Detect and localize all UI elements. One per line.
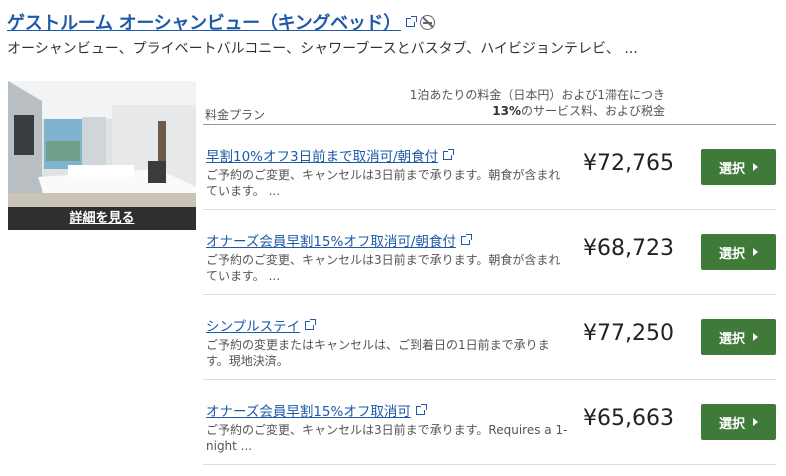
no-smoking-icon xyxy=(419,14,435,30)
plan-price: ¥77,250 xyxy=(583,321,674,346)
plan-name-row: 早割10%オフ3日前まで取消可/朝食付 xyxy=(206,145,455,165)
plan-price: ¥65,663 xyxy=(583,406,674,431)
plan-price: ¥68,723 xyxy=(583,236,674,261)
select-button[interactable]: 選択 xyxy=(701,319,776,355)
room-photo[interactable]: 詳細を見る xyxy=(8,81,196,230)
rate-header: 1泊あたりの料金（日本円）および1滞在につき 13%のサービス料、および税金 xyxy=(410,87,665,119)
row-divider xyxy=(203,464,776,465)
plan-name-row: オナーズ会員早割15%オフ取消可/朝食付 xyxy=(206,230,472,250)
plan-description: ご予約のご変更、キャンセルは3日前まで承ります。朝食が含まれています。 ... xyxy=(206,168,561,198)
plan-price: ¥72,765 xyxy=(583,151,674,176)
room-title-row: ゲストルーム オーシャンビュー（キングベッド） xyxy=(7,9,435,35)
select-button[interactable]: 選択 xyxy=(701,234,776,270)
plan-name-link[interactable]: シンプルステイ xyxy=(206,315,300,335)
chevron-right-icon xyxy=(753,248,758,256)
plan-description: ご予約の変更またはキャンセルは、ご到着日の1日前まで承ります。現地決済。 xyxy=(206,338,550,368)
rate-plan-row: シンプルステイ ご予約の変更またはキャンセルは、ご到着日の1日前まで承ります。現… xyxy=(203,295,776,380)
details-bar: 詳細を見る xyxy=(8,207,196,230)
select-button-label: 選択 xyxy=(718,416,745,432)
select-button[interactable]: 選択 xyxy=(701,404,776,440)
rate-plan-row: オナーズ会員早割15%オフ取消可/朝食付 ご予約のご変更、キャンセルは3日前まで… xyxy=(203,210,776,295)
rate-plan-row: オナーズ会員早割15%オフ取消可 ご予約のご変更、キャンセルは3日前まで承ります… xyxy=(203,380,776,465)
plan-name-row: シンプルステイ xyxy=(206,315,317,335)
chevron-right-icon xyxy=(753,163,758,171)
room-title-link[interactable]: ゲストルーム オーシャンビュー（キングベッド） xyxy=(7,9,401,35)
rate-plan-row: 早割10%オフ3日前まで取消可/朝食付 ご予約のご変更、キャンセルは3日前まで承… xyxy=(203,125,776,210)
external-link-icon[interactable] xyxy=(443,148,455,160)
view-details-link[interactable]: 詳細を見る xyxy=(69,211,134,226)
rate-header-line2: 13%のサービス料、および税金 xyxy=(410,103,665,119)
rate-header-line1: 1泊あたりの料金（日本円）および1滞在につき xyxy=(409,88,665,102)
external-link-icon[interactable] xyxy=(460,233,472,245)
external-link-icon[interactable] xyxy=(405,15,417,27)
chevron-right-icon xyxy=(753,333,758,341)
plan-name-link[interactable]: 早割10%オフ3日前まで取消可/朝食付 xyxy=(206,145,438,165)
external-link-icon[interactable] xyxy=(415,403,427,415)
external-link-icon[interactable] xyxy=(305,318,317,330)
select-button[interactable]: 選択 xyxy=(701,149,776,185)
chevron-right-icon xyxy=(753,418,758,426)
room-amenities: オーシャンビュー、プライベートバルコニー、シャワーブースとバスタブ、ハイビジョン… xyxy=(7,41,638,57)
plan-description: ご予約のご変更、キャンセルは3日前まで承ります。Requires a 1-nig… xyxy=(206,423,568,453)
plan-name-link[interactable]: オナーズ会員早割15%オフ取消可/朝食付 xyxy=(206,230,456,250)
rate-header-line2-text: のサービス料、および税金 xyxy=(520,104,665,118)
plan-column-header: 料金プラン xyxy=(205,108,266,122)
select-button-label: 選択 xyxy=(718,246,745,262)
room-image xyxy=(8,81,196,207)
select-button-label: 選択 xyxy=(718,331,745,347)
plan-name-link[interactable]: オナーズ会員早割15%オフ取消可 xyxy=(206,400,411,420)
select-button-label: 選択 xyxy=(718,161,745,177)
plan-name-row: オナーズ会員早割15%オフ取消可 xyxy=(206,400,427,420)
plan-description: ご予約のご変更、キャンセルは3日前まで承ります。朝食が含まれています。 ... xyxy=(206,253,561,283)
service-fee-percent: 13% xyxy=(492,104,521,118)
